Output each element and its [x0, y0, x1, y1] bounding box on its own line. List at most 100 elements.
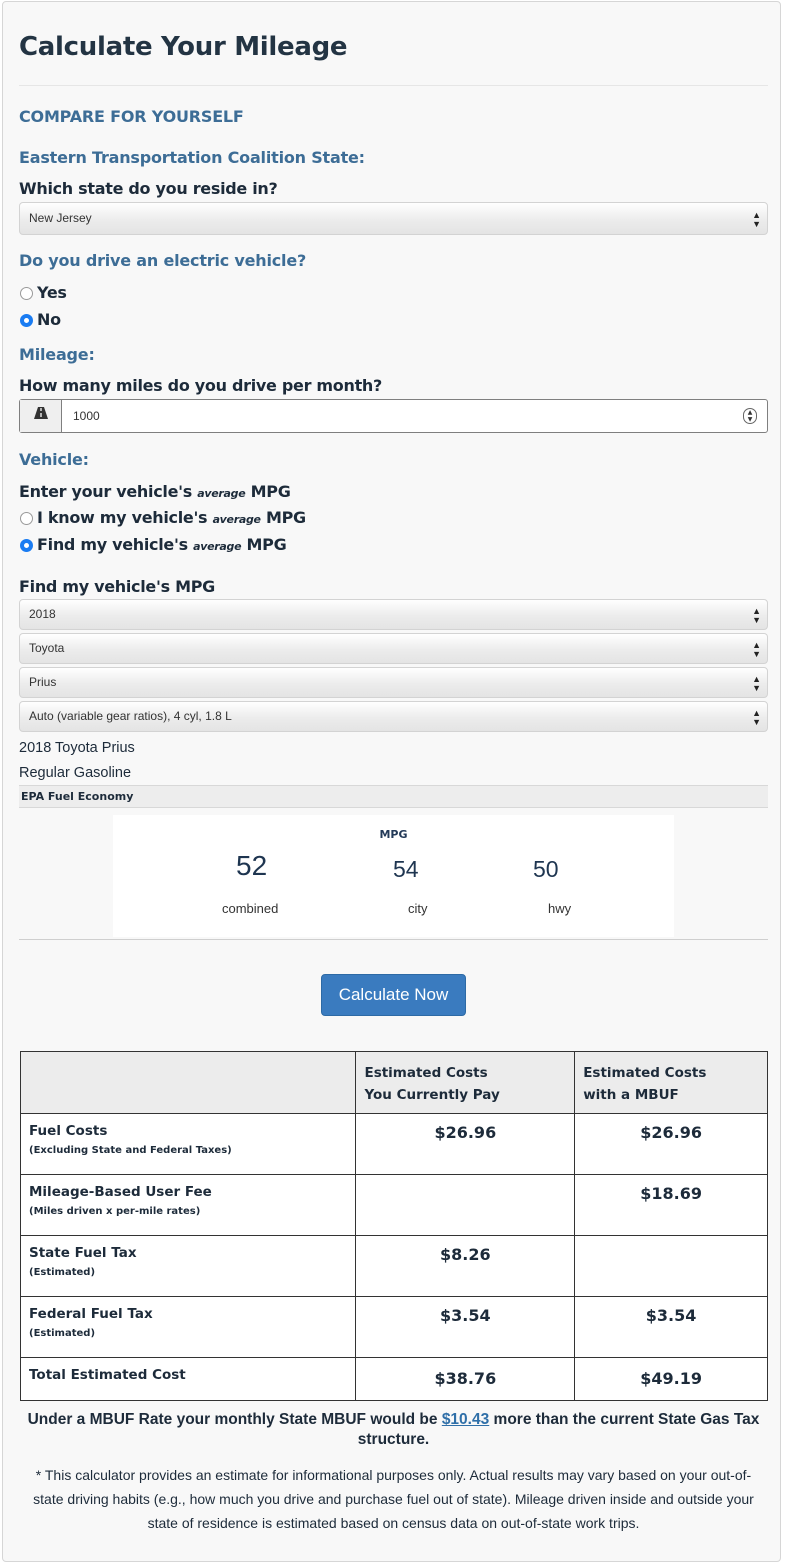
- mpg-city-label: city: [408, 901, 428, 916]
- table-row: Mileage-Based User Fee (Miles driven x pe…: [19, 1174, 768, 1236]
- ev-yes-radio[interactable]: [20, 287, 33, 300]
- mpg-label: MPG: [379, 828, 408, 841]
- row-title: Total Estimated Cost: [29, 1367, 186, 1383]
- vehicle-name: 2018 Toyota Prius: [19, 740, 135, 756]
- row-subtitle: (Estimated): [29, 1328, 96, 1339]
- row-mbuf-value: $26.96: [640, 1123, 702, 1142]
- mpg-city-value: 54: [393, 856, 419, 882]
- make-select[interactable]: Toyota ▲ ▼: [19, 633, 768, 664]
- row-mbuf-value: $49.19: [640, 1369, 702, 1388]
- mpg-combined-label: combined: [222, 901, 279, 916]
- row-title: Fuel Costs: [29, 1123, 108, 1139]
- know-mpg-small: average: [212, 513, 261, 526]
- table-header-mbuf: Estimated Costs with a MBUF: [574, 1051, 768, 1114]
- vehicle-question-small: average: [197, 487, 246, 500]
- find-mpg-pre: Find my vehicle's: [37, 535, 188, 554]
- row-mbuf-value: $3.54: [645, 1306, 697, 1325]
- row-mbuf-cell: $18.69: [574, 1174, 768, 1236]
- row-current-cell: $26.96: [355, 1113, 576, 1175]
- row-current-value: $8.26: [440, 1245, 491, 1264]
- find-mpg-label[interactable]: Find my vehicle's average MPG: [37, 535, 287, 554]
- summary-pre: Under a MBUF Rate your monthly State MBU…: [27, 1411, 438, 1428]
- year-select[interactable]: 2018 ▲ ▼: [19, 599, 768, 630]
- row-current-cell: $8.26: [355, 1235, 576, 1297]
- ev-no-label[interactable]: No: [37, 310, 61, 329]
- select-arrows-icon: ▲ ▼: [752, 606, 761, 625]
- select-arrows-icon: ▲ ▼: [752, 210, 761, 229]
- row-mbuf-cell: $3.54: [574, 1296, 768, 1358]
- table-header-current: Estimated Costs You Currently Pay: [355, 1051, 576, 1114]
- mpg-hwy-label: hwy: [548, 901, 572, 916]
- select-arrows-icon: ▲ ▼: [752, 640, 761, 659]
- model-select[interactable]: Prius ▲ ▼: [19, 667, 768, 698]
- row-current-value: $3.54: [440, 1306, 491, 1325]
- row-subtitle: (Miles driven x per-mile rates): [29, 1206, 201, 1217]
- header-mbuf-line1: Estimated Costs: [583, 1065, 707, 1081]
- find-mpg-heading: Find my vehicle's MPG: [19, 577, 215, 596]
- header-current-line1: Estimated Costs: [364, 1065, 488, 1081]
- row-title: State Fuel Tax: [29, 1245, 137, 1261]
- ev-question: Do you drive an electric vehicle?: [19, 251, 307, 270]
- make-select-value: Toyota: [29, 641, 65, 655]
- calculator-panel: Calculate Your Mileage COMPARE FOR YOURS…: [2, 1, 781, 1562]
- row-subtitle: (Excluding State and Federal Taxes): [29, 1145, 232, 1156]
- row-label-cell: Total Estimated Cost: [19, 1357, 357, 1401]
- row-mbuf-cell: $26.96: [574, 1113, 768, 1175]
- know-mpg-pre: I know my vehicle's: [37, 508, 208, 527]
- disclaimer-text: * This calculator provides an estimate f…: [33, 1467, 754, 1531]
- find-mpg-small: average: [193, 540, 242, 553]
- select-arrows-icon: ▲ ▼: [752, 708, 761, 727]
- row-mbuf-value: $18.69: [640, 1184, 702, 1203]
- state-question: Which state do you reside in?: [19, 179, 278, 198]
- mileage-input[interactable]: 1000: [73, 400, 100, 432]
- mpg-combined-value: 52: [236, 850, 268, 881]
- row-label-cell: Federal Fuel Tax (Estimated): [19, 1296, 357, 1358]
- state-select[interactable]: New Jersey ▲ ▼: [19, 202, 768, 235]
- summary-amount-link[interactable]: $10.43: [442, 1411, 489, 1428]
- know-mpg-radio[interactable]: [20, 512, 33, 525]
- mpg-card: MPG 52 combined 54 city 50 hwy: [113, 815, 674, 937]
- state-heading: Eastern Transportation Coalition State:: [19, 148, 365, 167]
- vehicle-question-post: MPG: [250, 482, 291, 501]
- select-arrows-icon: ▲ ▼: [752, 674, 761, 693]
- row-label-cell: Mileage-Based User Fee (Miles driven x pe…: [19, 1174, 357, 1236]
- find-mpg-radio[interactable]: [20, 539, 33, 552]
- row-mbuf-cell: [574, 1235, 768, 1297]
- row-current-cell: [355, 1174, 576, 1236]
- row-title: Federal Fuel Tax: [29, 1306, 153, 1322]
- card-divider: [19, 939, 768, 940]
- vehicle-heading: Vehicle:: [19, 450, 89, 469]
- cost-table: Estimated Costs You Currently Pay Estima…: [19, 1051, 768, 1401]
- know-mpg-label[interactable]: I know my vehicle's average MPG: [37, 508, 306, 527]
- number-stepper-icon[interactable]: ▲ ▼: [743, 408, 757, 424]
- road-icon: [20, 400, 62, 432]
- vehicle-question-pre: Enter your vehicle's: [19, 482, 192, 501]
- row-current-value: $26.96: [434, 1123, 497, 1142]
- header-mbuf-line2: with a MBUF: [583, 1087, 679, 1103]
- mileage-heading: Mileage:: [19, 345, 95, 364]
- row-current-cell: $3.54: [355, 1296, 576, 1358]
- row-current-cell: $38.76: [355, 1357, 576, 1401]
- calculate-now-button[interactable]: Calculate Now: [321, 974, 466, 1016]
- table-header-empty: [19, 1051, 357, 1114]
- trim-select[interactable]: Auto (variable gear ratios), 4 cyl, 1.8 …: [19, 701, 768, 732]
- title-divider: [19, 85, 768, 86]
- ev-no-radio[interactable]: [20, 314, 33, 327]
- find-mpg-post: MPG: [246, 535, 287, 554]
- row-subtitle: (Estimated): [29, 1267, 96, 1278]
- state-select-value: New Jersey: [29, 211, 92, 225]
- model-select-value: Prius: [29, 675, 57, 689]
- table-row: Federal Fuel Tax (Estimated) $3.54 $3.54: [19, 1296, 768, 1358]
- epa-bar: EPA Fuel Economy: [19, 785, 768, 808]
- trim-select-value: Auto (variable gear ratios), 4 cyl, 1.8 …: [29, 709, 232, 723]
- know-mpg-post: MPG: [265, 508, 306, 527]
- table-row: Fuel Costs (Excluding State and Federal T…: [19, 1113, 768, 1175]
- mileage-input-group[interactable]: 1000 ▲ ▼: [19, 399, 768, 433]
- row-current-value: $38.76: [434, 1369, 497, 1388]
- row-label-cell: State Fuel Tax (Estimated): [19, 1235, 357, 1297]
- page-title: Calculate Your Mileage: [19, 32, 348, 62]
- ev-yes-label[interactable]: Yes: [37, 283, 67, 302]
- mileage-question: How many miles do you drive per month?: [19, 376, 382, 395]
- header-current-line2: You Currently Pay: [364, 1087, 500, 1103]
- row-label-cell: Fuel Costs (Excluding State and Federal T…: [19, 1113, 357, 1175]
